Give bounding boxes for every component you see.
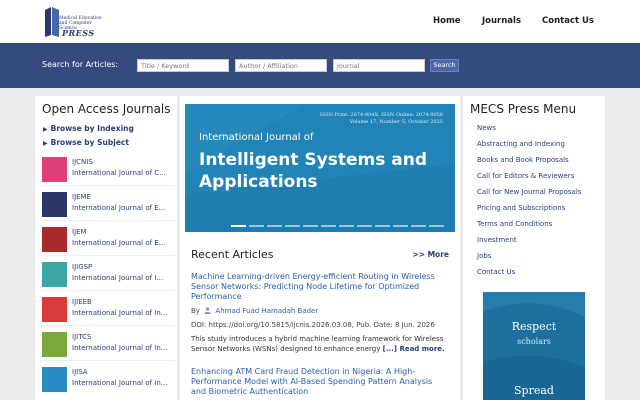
article-title-link[interactable]: Machine Learning-driven Energy-efficient… [191,272,449,302]
nav-contact-us[interactable]: Contact Us [542,16,594,26]
journal-item-ijisa[interactable]: IJISA International Journal of In... [41,364,175,396]
browse-by-indexing-link[interactable]: ▶ Browse by Indexing [43,124,134,133]
journal-input[interactable]: Journal [333,59,425,72]
journal-name: International Journal of E... [72,239,166,247]
search-bar: Search for Articles: Title / Keyword Aut… [0,43,640,88]
menu-item-books[interactable]: Books and Book Proposals [477,156,569,164]
carousel-dot[interactable] [375,225,390,227]
search-button[interactable]: Search [430,59,459,72]
author-affiliation-input[interactable]: Author / Affiliation [235,59,327,72]
open-access-journals-panel: Open Access Journals ▶ Browse by Indexing… [35,96,177,400]
promo-line2: scholars [517,337,551,346]
carousel-dot[interactable] [411,225,426,227]
title-keyword-input[interactable]: Title / Keyword [137,59,229,72]
author-link[interactable]: Ahmad Fuad Hamadah Bader [215,307,318,315]
triangle-right-icon: ▶ [43,126,48,133]
article-abstract: This study introduces a hybrid machine l… [191,334,451,354]
mecs-press-logo[interactable]: Medical Education and Computer Science P… [44,4,104,40]
journal-cover[interactable] [42,227,67,252]
issn-line: ISSN Print: 2074-904X, ISSN Online: 2074… [319,112,443,118]
journal-name: International Journal of In... [72,344,168,352]
banner-issn: ISSN Print: 2074-904X, ISSN Online: 2074… [320,112,443,125]
journal-item-ijieeb[interactable]: IJIEEB International Journal of In... [41,294,175,326]
main-content: ISSN Print: 2074-904X, ISSN Online: 2074… [180,96,460,400]
journal-abbr: IJIEEB [72,298,92,306]
journal-abbr: IJIGSP [72,263,93,271]
menu-item-pricing[interactable]: Pricing and Subscriptions [477,204,565,212]
journal-abbr: IJEME [72,193,92,201]
carousel-dot[interactable] [285,225,300,227]
journal-item-ijitcs[interactable]: IJITCS International Journal of In... [41,329,175,361]
menu-item-contact-us[interactable]: Contact Us [477,268,515,276]
menu-item-terms[interactable]: Terms and Conditions [477,220,552,228]
menu-item-abstracting-indexing[interactable]: Abstracting and Indexing [477,140,565,148]
journal-name: International Journal of C... [72,169,166,177]
journal-item-ijeme[interactable]: IJEME International Journal of E... [41,189,175,221]
triangle-right-icon: ▶ [43,140,48,147]
recent-articles-title: Recent Articles [191,248,274,261]
journal-banner-carousel[interactable]: ISSN Print: 2074-904X, ISSN Online: 2074… [185,104,455,232]
journal-cover[interactable] [42,297,67,322]
nav-home[interactable]: Home [433,16,461,26]
menu-item-investment[interactable]: Investment [477,236,517,244]
journal-name: International Journal of E... [72,204,166,212]
search-label: Search for Articles: [42,60,119,69]
menu-item-jobs[interactable]: Jobs [477,252,491,260]
logo-press: PRESS [62,28,95,38]
book-logo-icon [45,7,59,37]
promo-line3: Spread [514,384,554,397]
carousel-dot[interactable] [303,225,318,227]
journal-name: International Journal of I... [72,274,164,282]
link-label: Browse by Indexing [50,124,134,133]
article-title-link[interactable]: Enhancing ATM Card Fraud Detection in Ni… [191,367,449,397]
carousel-dot[interactable] [267,225,282,227]
journal-item-ijigsp[interactable]: IJIGSP International Journal of I... [41,259,175,291]
browse-by-subject-link[interactable]: ▶ Browse by Subject [43,138,129,147]
read-more-link[interactable]: [...] Read more. [383,345,445,353]
journal-cover[interactable] [42,192,67,217]
journal-abbr: IJCNIS [72,158,93,166]
user-icon [204,307,211,314]
menu-item-call-journal-proposals[interactable]: Call for New Journal Proposals [477,188,581,196]
carousel-dot[interactable] [321,225,336,227]
mecs-press-menu-panel: MECS Press Menu News Abstracting and Ind… [463,96,605,400]
carousel-dot[interactable] [357,225,372,227]
journal-cover[interactable] [42,157,67,182]
journal-item-ijem[interactable]: IJEM International Journal of E... [41,224,175,256]
article-authors: By Ahmad Fuad Hamadah Bader [191,307,318,315]
by-label: By [191,307,200,315]
journal-cover[interactable] [42,262,67,287]
journal-cover[interactable] [42,332,67,357]
journal-name: International Journal of In... [72,309,168,317]
volume-line: Volume 17, Number 5, October 2025 [349,118,443,125]
journal-abbr: IJITCS [72,333,92,341]
more-articles-link[interactable]: >> More [412,250,449,259]
panel-title: Open Access Journals [42,102,171,116]
journal-abbr: IJISA [72,368,88,376]
promo-banner[interactable]: Respect scholars Spread [483,292,585,400]
carousel-dot[interactable] [339,225,354,227]
carousel-dot[interactable] [429,225,444,227]
carousel-dot[interactable] [249,225,264,227]
journal-name: International Journal of In... [72,379,168,387]
journal-cover[interactable] [42,367,67,392]
header: Medical Education and Computer Science P… [0,0,640,43]
banner-title-line2: Intelligent Systems and Applications [199,150,428,192]
link-label: Browse by Subject [50,138,129,147]
journal-item-ijcnis[interactable]: IJCNIS International Journal of C... [41,154,175,186]
journal-abbr: IJEM [72,228,87,236]
nav-journals[interactable]: Journals [482,16,521,26]
menu-item-call-editors[interactable]: Call for Editors & Reviewers [477,172,574,180]
article-doi: DOI: https://doi.org/10.5815/ijcnis.2026… [191,321,435,329]
menu-item-news[interactable]: News [477,124,496,132]
carousel-dot[interactable] [231,225,246,227]
banner-title-line1: International Journal of [199,132,314,143]
panel-title: MECS Press Menu [470,102,577,116]
promo-line1: Respect [511,320,557,333]
carousel-dot[interactable] [393,225,408,227]
